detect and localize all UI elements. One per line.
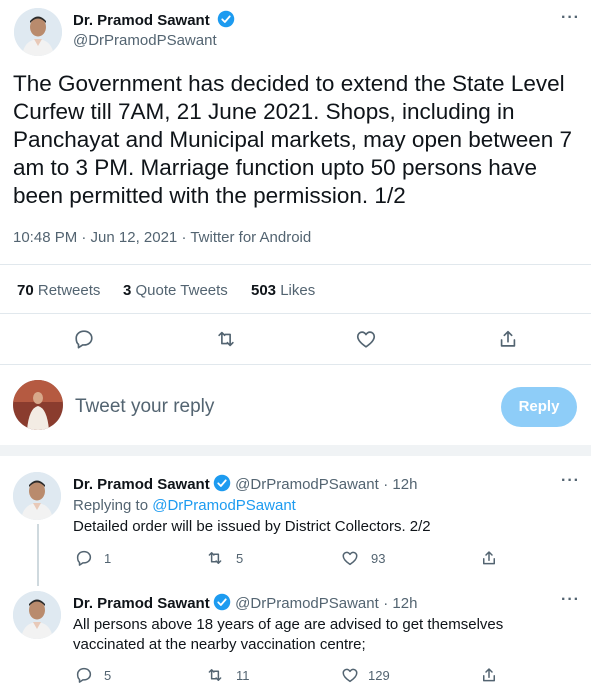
more-icon[interactable]: ··· [561, 472, 580, 490]
replying-to: Replying to @DrPramodPSawant [73, 496, 296, 516]
reply-icon[interactable] [75, 549, 93, 572]
reply-time[interactable]: · 12h [383, 476, 417, 493]
more-icon[interactable]: ··· [561, 591, 580, 609]
retweet-count: 5 [236, 551, 244, 566]
likes-count: 503 [251, 282, 277, 299]
quote-count: 3 [123, 282, 132, 299]
section-separator [0, 445, 591, 456]
retweet-count: 11 [236, 668, 250, 683]
reply-author-avatar[interactable] [13, 472, 61, 520]
reply-author-handle[interactable]: @DrPramodPSawant [235, 476, 379, 493]
retweet-icon[interactable] [205, 666, 225, 689]
reply-time[interactable]: · 12h [383, 595, 417, 612]
thread-line [37, 524, 39, 586]
share-icon[interactable] [480, 666, 498, 689]
like-count: 93 [371, 551, 386, 566]
retweet-icon[interactable] [205, 549, 225, 572]
reply-icon[interactable] [75, 666, 93, 689]
reply-author-handle[interactable]: @DrPramodPSawant [235, 595, 379, 612]
tweet-timestamp[interactable]: 10:48 PM · Jun 12, 2021 · Twitter for An… [13, 229, 311, 246]
tweet-text: The Government has decided to extend the… [13, 71, 573, 208]
like-icon[interactable] [341, 666, 359, 689]
verified-badge-icon [213, 474, 231, 497]
reply-text: All persons above 18 years of age are ad… [73, 616, 504, 653]
user-avatar[interactable] [13, 380, 63, 430]
reply-author-name[interactable]: Dr. Pramod Sawant [73, 595, 210, 612]
reply-count: 1 [104, 551, 112, 566]
likes-label: Likes [280, 282, 316, 299]
retweets-stat[interactable]: 70 Retweets [17, 282, 100, 299]
share-icon[interactable] [480, 549, 498, 572]
like-count: 129 [368, 668, 390, 683]
verified-badge-icon [213, 593, 231, 616]
retweets-label: Retweets [37, 282, 101, 299]
replying-prefix: Replying to [73, 497, 149, 514]
reply-author-avatar[interactable] [13, 591, 61, 639]
like-icon[interactable] [341, 549, 359, 572]
likes-stat[interactable]: 503 Likes [251, 282, 315, 299]
author-name[interactable]: Dr. Pramod Sawant [73, 12, 210, 29]
reply-icon[interactable] [73, 328, 95, 355]
reply-count: 5 [104, 668, 112, 683]
share-icon[interactable] [497, 328, 519, 355]
more-icon[interactable]: ··· [561, 9, 580, 27]
like-icon[interactable] [355, 328, 377, 355]
quote-label: Quote Tweets [135, 282, 228, 299]
reply-input[interactable]: Tweet your reply [75, 396, 214, 418]
reply-text: Detailed order will be issued by Distric… [73, 518, 431, 535]
verified-badge-icon [217, 10, 235, 33]
reply-button[interactable]: Reply [501, 387, 577, 427]
author-avatar[interactable] [14, 8, 62, 56]
retweet-icon[interactable] [214, 328, 238, 355]
author-handle[interactable]: @DrPramodPSawant [73, 32, 217, 49]
reply-author-name[interactable]: Dr. Pramod Sawant [73, 476, 210, 493]
retweets-count: 70 [17, 282, 34, 299]
replying-to-link[interactable]: @DrPramodPSawant [152, 497, 296, 514]
quote-tweets-stat[interactable]: 3 Quote Tweets [123, 282, 228, 299]
